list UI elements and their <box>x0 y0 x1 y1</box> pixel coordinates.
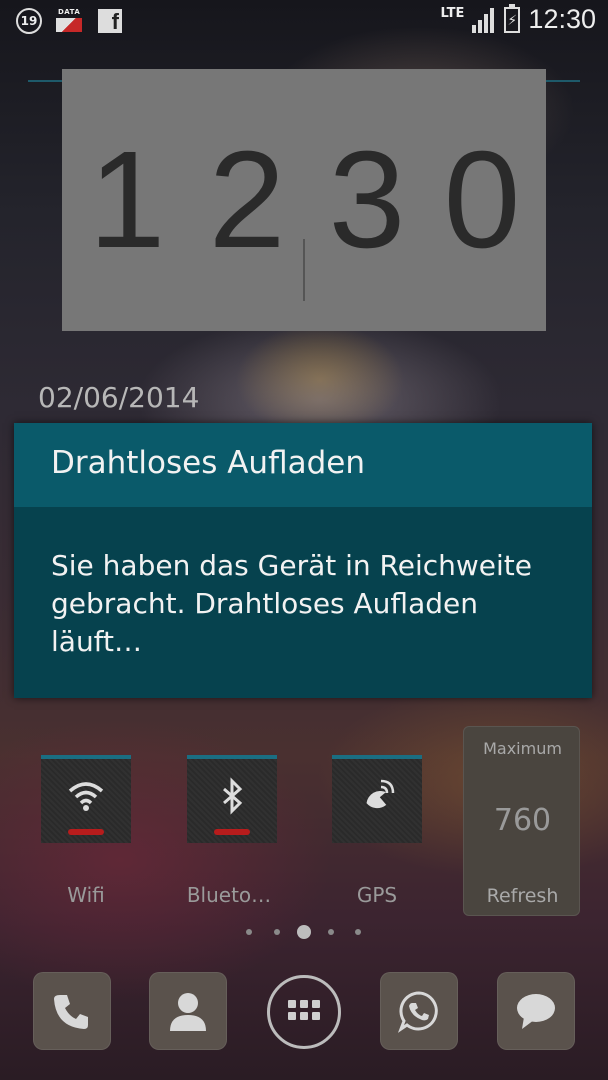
flip-clock-widget[interactable]: 1 2 3 0 <box>62 69 546 331</box>
dialog-title: Drahtloses Aufladen <box>51 445 365 481</box>
app-drawer-button[interactable] <box>267 975 341 1049</box>
facebook-icon: f <box>98 9 122 34</box>
contacts-icon <box>170 993 206 1031</box>
clock-hour-tens: 1 <box>88 122 166 277</box>
page-dot <box>328 929 334 935</box>
status-bar-notifications: 19 DATA f <box>16 8 122 34</box>
clock-hour-ones: 2 <box>208 122 286 277</box>
phone-icon <box>54 995 88 1029</box>
page-indicator <box>240 924 370 940</box>
status-bar-system: LTE ⚡ 12:30 <box>440 3 596 35</box>
bluetooth-icon <box>223 777 243 815</box>
dialog-message: Sie haben das Gerät in Reichweite gebrac… <box>51 547 571 661</box>
messaging-icon <box>517 994 555 1029</box>
battery-charging-icon: ⚡ <box>504 3 521 33</box>
notification-count-badge: 19 <box>16 8 42 34</box>
page-dot <box>355 929 361 935</box>
page-dot <box>274 929 280 935</box>
clock-minute-tens: 3 <box>328 122 406 277</box>
refresh-widget-value: 760 <box>493 803 552 838</box>
wifi-toggle[interactable] <box>41 755 131 843</box>
wifi-icon <box>68 782 104 811</box>
phone-app-button[interactable] <box>33 972 111 1050</box>
bluetooth-toggle[interactable] <box>187 755 277 843</box>
status-bar-clock: 12:30 <box>528 4 596 34</box>
refresh-widget-bottom-label: Refresh <box>486 885 559 907</box>
gps-toggle-label: GPS <box>356 883 398 907</box>
page-dot <box>246 929 252 935</box>
signal-strength-icon <box>472 7 496 33</box>
apps-grid-icon <box>288 1000 296 1008</box>
messaging-app-button[interactable] <box>497 972 575 1050</box>
gps-icon <box>366 779 395 809</box>
dialog-title-bar: Drahtloses Aufladen <box>14 423 592 507</box>
wifi-toggle-indicator <box>68 829 104 835</box>
network-type-label: LTE <box>440 6 465 21</box>
data-label: DATA <box>58 8 81 16</box>
dialog-message-line: läuft… <box>51 625 143 658</box>
clock-minute-ones: 0 <box>443 122 521 277</box>
gps-toggle[interactable] <box>332 755 422 843</box>
dialog-message-line: Sie haben das Gerät in Reichweite <box>51 549 533 582</box>
whatsapp-app-button[interactable] <box>380 972 458 1050</box>
contacts-app-button[interactable] <box>149 972 227 1050</box>
dialog-message-line: gebracht. Drahtloses Aufladen <box>51 587 478 620</box>
page-dot-active <box>297 925 311 939</box>
clock-separator <box>303 239 305 301</box>
status-bar: 19 DATA f LTE ⚡ 12:30 <box>0 0 608 44</box>
data-icon: DATA <box>56 8 84 34</box>
date-label: 02/06/2014 <box>38 381 200 414</box>
refresh-rate-widget[interactable]: Maximum 760 Refresh <box>463 726 580 916</box>
wifi-toggle-label: Wifi <box>67 883 105 907</box>
whatsapp-icon <box>397 991 438 1033</box>
wireless-charging-dialog[interactable]: Drahtloses Aufladen Sie haben das Gerät … <box>14 423 592 698</box>
bluetooth-toggle-indicator <box>214 829 250 835</box>
refresh-widget-top-label: Maximum <box>483 739 562 758</box>
bluetooth-toggle-label: Blueto… <box>186 883 272 907</box>
